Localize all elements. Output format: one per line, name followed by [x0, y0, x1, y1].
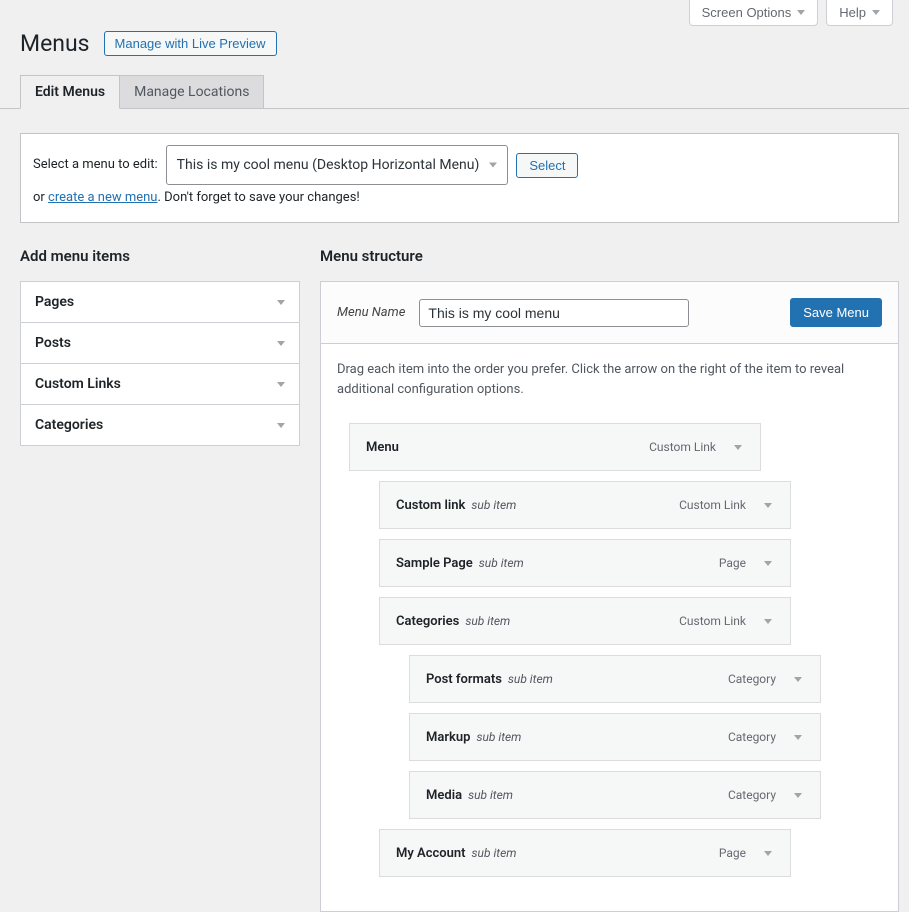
- caret-down-icon: [797, 10, 805, 15]
- caret-down-icon: [277, 300, 285, 305]
- accordion-custom-label: Custom Links: [35, 376, 121, 392]
- caret-down-icon: [277, 423, 285, 428]
- menu-item[interactable]: Markup sub item Category: [409, 713, 821, 761]
- menu-item-type: Page: [719, 556, 746, 570]
- menu-item-type: Category: [728, 788, 776, 802]
- structure-instructions: Drag each item into the order you prefer…: [333, 360, 886, 399]
- menu-item-expand-button[interactable]: [756, 493, 780, 517]
- menu-item-subtext: sub item: [476, 730, 521, 744]
- menu-item[interactable]: My Account sub item Page: [379, 829, 791, 877]
- accordion-pages[interactable]: Pages: [21, 282, 299, 322]
- menu-item-title: Sample Page: [396, 556, 473, 571]
- menu-item-expand-button[interactable]: [756, 609, 780, 633]
- accordion-posts[interactable]: Posts: [21, 323, 299, 363]
- menu-select[interactable]: This is my cool menu (Desktop Horizontal…: [166, 145, 509, 185]
- menu-item-expand-button[interactable]: [756, 551, 780, 575]
- caret-down-icon: [764, 503, 772, 508]
- menu-item-title: Categories: [396, 614, 459, 629]
- menu-item-title: Markup: [426, 730, 470, 745]
- caret-down-icon: [794, 793, 802, 798]
- menu-item-expand-button[interactable]: [726, 435, 750, 459]
- caret-down-icon: [277, 382, 285, 387]
- menu-item-type: Custom Link: [679, 614, 746, 628]
- menu-selector-box: Select a menu to edit: This is my cool m…: [20, 133, 899, 223]
- add-items-accordion: Pages Posts Custom Links Categories: [20, 281, 300, 446]
- menu-item-type: Category: [728, 730, 776, 744]
- menu-item[interactable]: Categories sub item Custom Link: [379, 597, 791, 645]
- menu-item-subtext: sub item: [479, 556, 524, 570]
- caret-down-icon: [734, 445, 742, 450]
- caret-down-icon: [764, 619, 772, 624]
- caret-down-icon: [764, 851, 772, 856]
- help-label: Help: [839, 5, 866, 20]
- help-button[interactable]: Help: [826, 0, 893, 26]
- selector-save-reminder: . Don't forget to save your changes!: [157, 190, 359, 205]
- accordion-categories[interactable]: Categories: [21, 405, 299, 445]
- menu-item[interactable]: Post formats sub item Category: [409, 655, 821, 703]
- menu-item-expand-button[interactable]: [786, 783, 810, 807]
- create-new-menu-link[interactable]: create a new menu: [48, 190, 157, 205]
- select-button[interactable]: Select: [516, 153, 578, 178]
- add-items-heading: Add menu items: [20, 247, 300, 265]
- tab-manage-locations[interactable]: Manage Locations: [120, 75, 264, 109]
- menu-item-title: Post formats: [426, 672, 502, 687]
- menu-item-subtext: sub item: [465, 614, 510, 628]
- screen-options-button[interactable]: Screen Options: [689, 0, 819, 26]
- accordion-posts-label: Posts: [35, 335, 71, 351]
- menu-item-type: Custom Link: [649, 440, 716, 454]
- menu-item[interactable]: Menu Custom Link: [349, 423, 761, 471]
- menu-name-input[interactable]: [419, 299, 689, 327]
- menu-select-value: This is my cool menu (Desktop Horizontal…: [177, 157, 480, 173]
- menu-item-type: Custom Link: [679, 498, 746, 512]
- menu-item-subtext: sub item: [468, 788, 513, 802]
- menu-item-title: Custom link: [396, 498, 465, 513]
- save-menu-button[interactable]: Save Menu: [790, 298, 882, 327]
- menu-item[interactable]: Custom link sub item Custom Link: [379, 481, 791, 529]
- menu-item-type: Category: [728, 672, 776, 686]
- caret-down-icon: [794, 677, 802, 682]
- menu-item-subtext: sub item: [471, 498, 516, 512]
- menu-item[interactable]: Sample Page sub item Page: [379, 539, 791, 587]
- caret-down-icon: [764, 561, 772, 566]
- accordion-categories-label: Categories: [35, 417, 103, 433]
- menu-item-expand-button[interactable]: [786, 725, 810, 749]
- caret-down-icon: [872, 10, 880, 15]
- menu-item-title: Media: [426, 788, 462, 803]
- caret-down-icon: [277, 341, 285, 346]
- selector-or-text: or: [33, 190, 48, 205]
- menu-item-title: Menu: [366, 440, 399, 455]
- accordion-pages-label: Pages: [35, 294, 74, 310]
- menu-item-expand-button[interactable]: [756, 841, 780, 865]
- selector-prompt: Select a menu to edit:: [33, 152, 158, 178]
- live-preview-button[interactable]: Manage with Live Preview: [104, 31, 277, 56]
- accordion-custom-links[interactable]: Custom Links: [21, 364, 299, 404]
- tab-edit-menus[interactable]: Edit Menus: [20, 75, 120, 109]
- screen-options-label: Screen Options: [702, 5, 792, 20]
- menu-name-label: Menu Name: [337, 305, 405, 320]
- menu-item-title: My Account: [396, 846, 466, 861]
- menu-structure-box: Menu Name Save Menu Drag each item into …: [320, 281, 899, 912]
- menu-structure-heading: Menu structure: [320, 247, 899, 265]
- menu-items-list: MenuCustom LinkCustom linksub itemCustom…: [333, 423, 886, 877]
- menu-item-expand-button[interactable]: [786, 667, 810, 691]
- menu-item[interactable]: Media sub item Category: [409, 771, 821, 819]
- caret-down-icon: [794, 735, 802, 740]
- menu-item-subtext: sub item: [472, 846, 517, 860]
- page-title: Menus: [20, 30, 90, 57]
- menu-item-subtext: sub item: [508, 672, 553, 686]
- caret-down-icon: [489, 163, 497, 168]
- menu-item-type: Page: [719, 846, 746, 860]
